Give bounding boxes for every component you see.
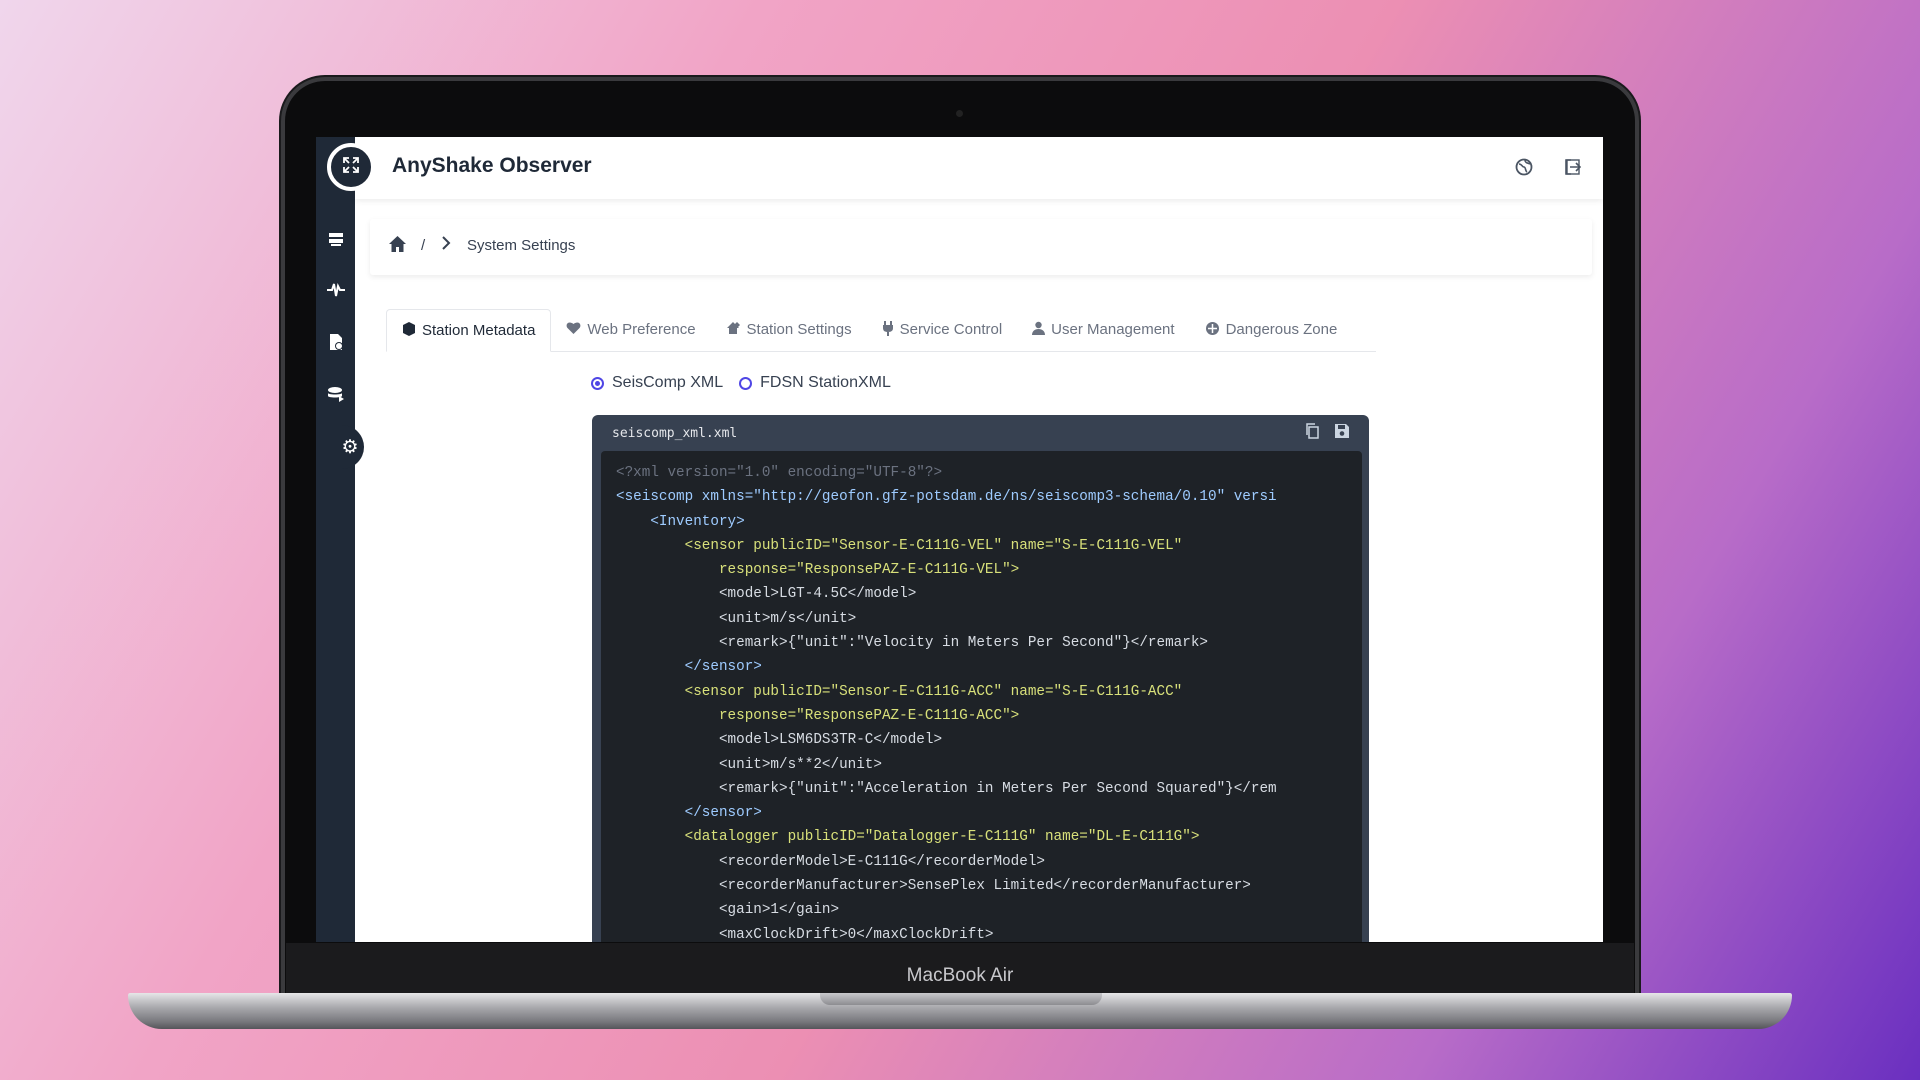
radio-seiscomp-xml[interactable]: SeisComp XML [591, 374, 723, 392]
expand-icon [343, 156, 359, 178]
camera [956, 110, 963, 117]
radio-dot-selected[interactable] [591, 376, 604, 390]
database-icon [327, 386, 345, 407]
tab-user-management[interactable]: User Management [1017, 309, 1189, 350]
code-line: response="ResponsePAZ-E-C111G-ACC"> [616, 707, 1020, 724]
app-screen: ⚙ AnyShake Observer / System Settings St… [316, 137, 1603, 942]
logo-button[interactable] [327, 143, 375, 191]
tab-dangerous-zone[interactable]: Dangerous Zone [1190, 309, 1353, 350]
code-line: <model>LGT-4.5C</model> [616, 586, 917, 603]
user-icon [1032, 321, 1046, 338]
sidebar-item-history[interactable] [321, 329, 351, 359]
format-selector: SeisComp XML FDSN StationXML [591, 374, 891, 392]
bug-icon [1205, 321, 1220, 339]
sidebar-item-export[interactable] [321, 381, 351, 411]
code-line: <?xml version="1.0" encoding="UTF-8"?> [616, 465, 943, 481]
device-label: MacBook Air [906, 965, 1014, 986]
code-line: <recorderManufacturer>SensePlex Limited<… [616, 878, 1251, 895]
tab-label: Service Control [899, 321, 1003, 338]
tab-label: User Management [1051, 321, 1175, 338]
home-icon[interactable] [388, 235, 407, 257]
cube-icon [402, 322, 416, 339]
tab-label: Station Settings [746, 321, 852, 338]
radio-label: FDSN StationXML [760, 374, 891, 391]
tab-web-preference[interactable]: Web Preference [551, 309, 710, 350]
tab-label: Web Preference [587, 321, 696, 338]
breadcrumb: / System Settings [370, 219, 1592, 275]
code-line: </sensor> [616, 805, 762, 822]
code-line: <model>LSM6DS3TR-C</model> [616, 732, 943, 749]
code-line: <seiscomp xmlns="http://geofon.gfz-potsd… [616, 489, 1277, 506]
laptop-notch [820, 993, 1102, 1005]
top-bar: AnyShake Observer [355, 137, 1603, 199]
chevron-right-icon [441, 236, 451, 254]
breadcrumb-separator: / [421, 237, 426, 254]
code-header: seiscomp_xml.xml [592, 415, 1369, 451]
tab-station-metadata[interactable]: Station Metadata [386, 309, 552, 352]
sidebar-item-waveform[interactable] [321, 277, 351, 307]
home-pen-icon [726, 321, 741, 338]
code-body[interactable]: <?xml version="1.0" encoding="UTF-8"?> <… [601, 451, 1362, 942]
app-title: AnyShake Observer [392, 154, 592, 177]
code-line: <recorderModel>E-C111G</recorderModel> [616, 853, 1045, 870]
save-icon[interactable] [1334, 423, 1350, 443]
code-line: <maxClockDrift>0</maxClockDrift> [616, 926, 994, 942]
tab-station-settings[interactable]: Station Settings [711, 309, 867, 350]
server-icon [328, 231, 344, 252]
code-line: </sensor> [616, 659, 762, 676]
code-filename: seiscomp_xml.xml [612, 425, 738, 441]
logout-icon[interactable] [1561, 155, 1585, 179]
settings-tabs: Station Metadata Web Preference Station … [386, 309, 1376, 352]
tab-label: Station Metadata [422, 322, 536, 339]
sidebar-item-servers[interactable] [321, 226, 351, 256]
code-line: <sensor publicID="Sensor-E-C111G-ACC" na… [616, 683, 1183, 700]
code-line: response="ResponsePAZ-E-C111G-VEL"> [616, 562, 1020, 579]
file-clock-icon [328, 333, 344, 356]
sidebar-item-settings[interactable]: ⚙ [316, 425, 364, 469]
breadcrumb-current: System Settings [467, 237, 576, 254]
tab-label: Dangerous Zone [1225, 321, 1338, 338]
code-line: <unit>m/s**2</unit> [616, 756, 882, 773]
code-line: <unit>m/s</unit> [616, 610, 857, 627]
globe-icon[interactable] [1512, 155, 1536, 179]
heart-icon [566, 321, 581, 338]
code-line: <remark>{"unit":"Velocity in Meters Per … [616, 635, 1208, 652]
plug-icon [882, 320, 894, 339]
code-line: <sensor publicID="Sensor-E-C111G-VEL" na… [616, 537, 1183, 554]
radio-label: SeisComp XML [612, 374, 724, 391]
wave-icon [327, 282, 345, 303]
radio-dot[interactable] [739, 376, 753, 390]
code-line: <gain>1</gain> [616, 902, 840, 919]
sidebar: ⚙ [316, 137, 364, 942]
code-line: <datalogger publicID="Datalogger-E-C111G… [616, 829, 1200, 846]
gear-icon: ⚙ [341, 436, 359, 458]
copy-icon[interactable] [1305, 423, 1320, 443]
code-editor: seiscomp_xml.xml <?xml version="1.0" enc… [592, 415, 1369, 942]
radio-fdsn-stationxml[interactable]: FDSN StationXML [739, 374, 891, 392]
code-line: <Inventory> [616, 513, 745, 530]
code-line: <remark>{"unit":"Acceleration in Meters … [616, 780, 1277, 797]
tab-service-control[interactable]: Service Control [867, 309, 1018, 350]
